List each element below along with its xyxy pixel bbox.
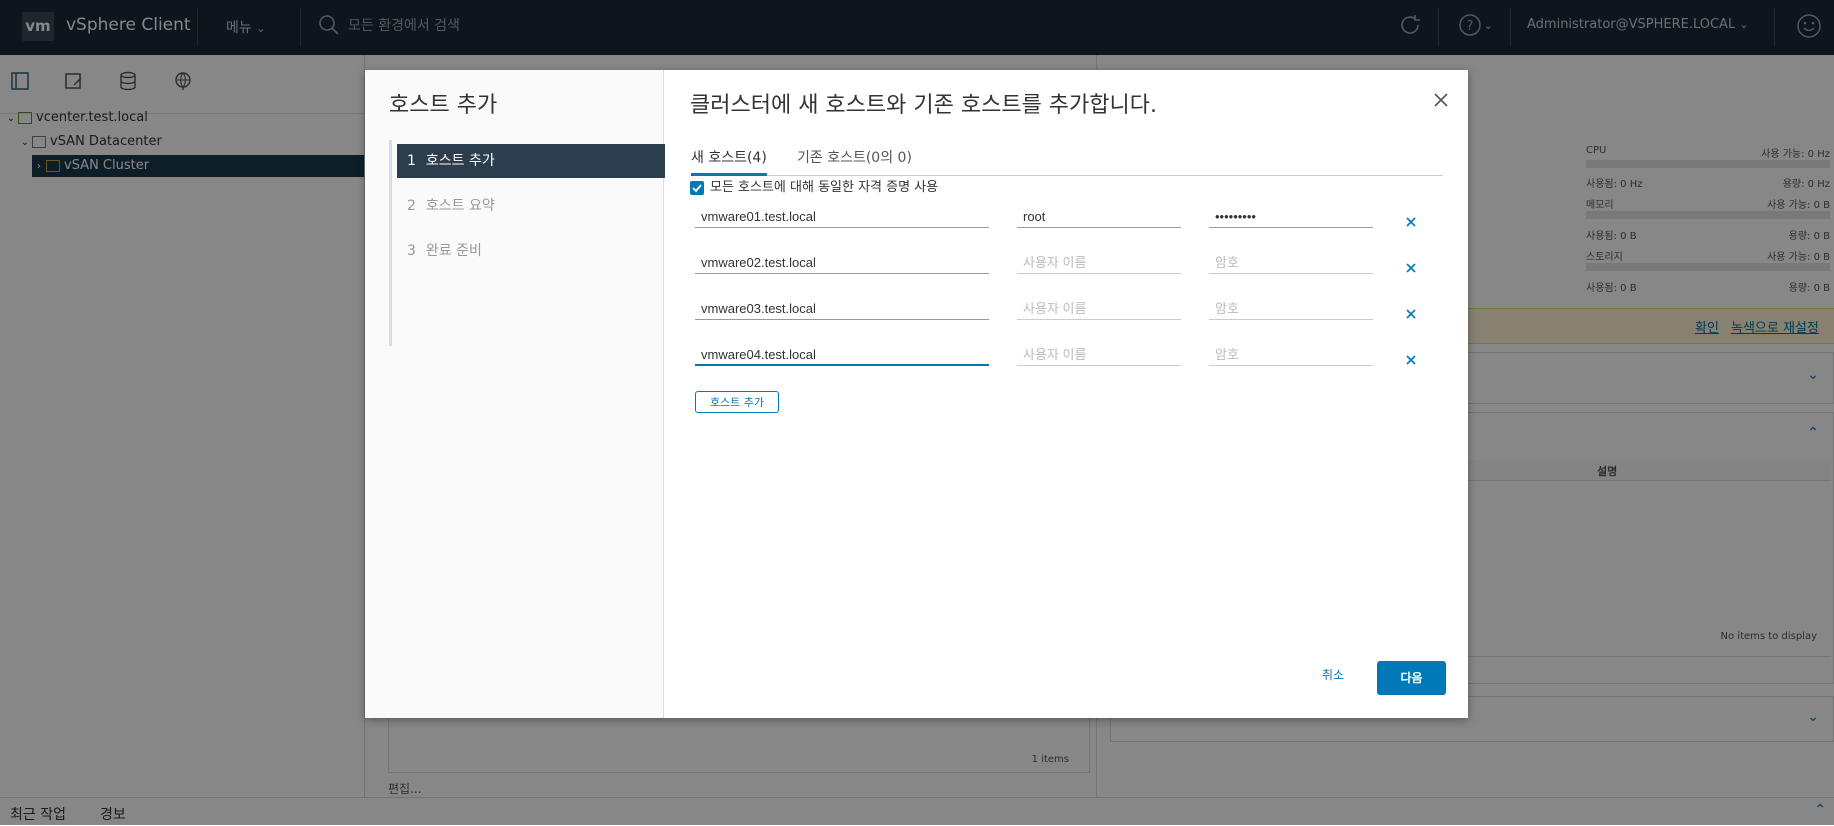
remove-host-icon[interactable] [1405,262,1417,274]
password-input[interactable] [1209,206,1373,228]
host-name-input[interactable] [695,206,989,228]
step-label: 호스트 요약 [425,198,495,214]
wizard-step-3[interactable]: 3 완료 준비 [397,234,665,268]
remove-host-icon[interactable] [1405,308,1417,320]
cancel-button[interactable]: 취소 [1303,658,1363,692]
add-hosts-dialog: 호스트 추가 1 호스트 추가 2 호스트 요약 3 완료 준비 클러스터에 새 호스… [365,70,1468,718]
wizard-step-1[interactable]: 1 호스트 추가 [397,144,665,178]
same-credentials-option[interactable]: 모든 호스트에 대해 동일한 자격 증명 사용 [690,176,938,195]
username-input[interactable] [1017,252,1181,274]
same-credentials-checkbox[interactable] [690,180,704,195]
same-credentials-label: 모든 호스트에 대해 동일한 자격 증명 사용 [710,180,939,195]
checkmark-icon [692,183,702,192]
close-icon[interactable] [1433,92,1449,108]
host-tabs: 새 호스트(4) 기존 호스트(0의 0) [691,147,1443,176]
tab-existing-hosts[interactable]: 기존 호스트(0의 0) [797,147,912,173]
wizard-steps: 1 호스트 추가 2 호스트 요약 3 완료 준비 [389,140,666,346]
password-input[interactable] [1209,252,1373,274]
wizard-sidebar: 호스트 추가 1 호스트 추가 2 호스트 요약 3 완료 준비 [365,70,666,718]
host-name-input[interactable] [695,298,989,320]
username-input[interactable] [1017,206,1181,228]
step-number: 1 [407,153,416,169]
dialog-title: 클러스터에 새 호스트와 기존 호스트를 추가합니다. [690,93,1158,118]
wizard-title: 호스트 추가 [389,93,498,118]
tab-new-hosts[interactable]: 새 호스트(4) [691,147,767,176]
password-input[interactable] [1209,298,1373,320]
step-number: 2 [407,198,416,214]
remove-host-icon[interactable] [1405,354,1417,366]
remove-host-icon[interactable] [1405,216,1417,228]
step-number: 3 [407,243,416,259]
username-input[interactable] [1017,298,1181,320]
wizard-step-2[interactable]: 2 호스트 요약 [397,189,665,223]
host-name-input[interactable] [695,344,989,366]
username-input[interactable] [1017,344,1181,366]
step-label: 호스트 추가 [425,153,495,169]
password-input[interactable] [1209,344,1373,366]
add-host-button[interactable]: 호스트 추가 [695,391,779,413]
host-name-input[interactable] [695,252,989,274]
step-label: 완료 준비 [425,243,482,259]
next-button[interactable]: 다음 [1377,661,1446,695]
